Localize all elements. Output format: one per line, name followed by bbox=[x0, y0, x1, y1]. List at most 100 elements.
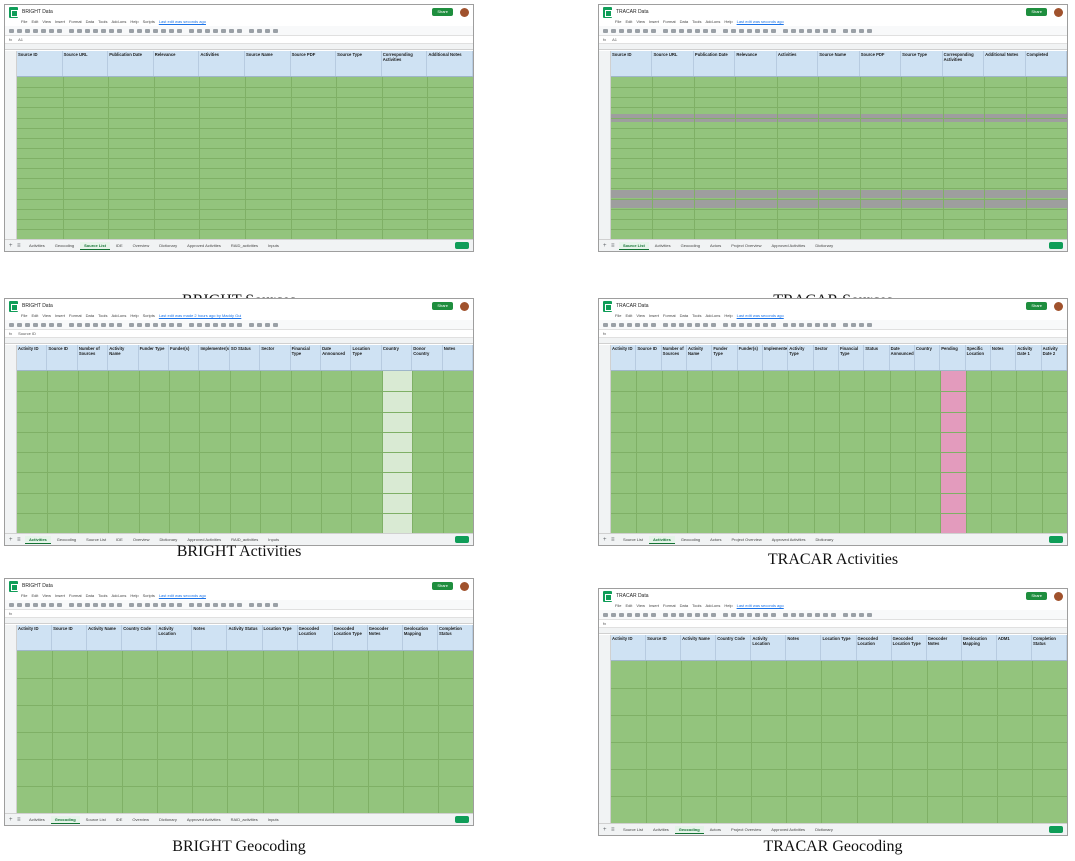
toolbar-button-icon[interactable] bbox=[189, 602, 194, 607]
toolbar-button-icon[interactable] bbox=[823, 322, 828, 327]
menu-item[interactable]: Tools bbox=[692, 19, 701, 26]
toolbar-button-icon[interactable] bbox=[273, 602, 278, 607]
toolbar-button-icon[interactable] bbox=[161, 28, 166, 33]
toolbar-button-icon[interactable] bbox=[859, 28, 864, 33]
column-header[interactable]: Activity ID bbox=[17, 625, 53, 650]
column-header[interactable]: Donor Country bbox=[412, 345, 443, 370]
toolbar-button-icon[interactable] bbox=[229, 322, 234, 327]
last-edit-link[interactable]: Last edit was seconds ago bbox=[737, 603, 784, 610]
column-header[interactable]: Notes bbox=[192, 625, 228, 650]
toolbar-button-icon[interactable] bbox=[57, 28, 62, 33]
menu-item[interactable]: View bbox=[636, 19, 645, 26]
toolbar-button-icon[interactable] bbox=[17, 28, 22, 33]
menu-item[interactable]: Data bbox=[86, 313, 94, 320]
all-sheets-icon[interactable]: ≡ bbox=[17, 817, 23, 823]
toolbar-button-icon[interactable] bbox=[145, 602, 150, 607]
column-header[interactable]: Funder(s) bbox=[169, 345, 200, 370]
toolbar-button-icon[interactable] bbox=[603, 612, 608, 617]
sheet-tab[interactable]: Overview bbox=[129, 242, 154, 249]
document-title[interactable]: TRACAR Data bbox=[616, 593, 649, 599]
toolbar-button-icon[interactable] bbox=[799, 612, 804, 617]
menu-item[interactable]: Tools bbox=[692, 603, 701, 610]
toolbar-button-icon[interactable] bbox=[671, 28, 676, 33]
toolbar-button-icon[interactable] bbox=[77, 28, 82, 33]
toolbar-button-icon[interactable] bbox=[867, 28, 872, 33]
toolbar-button-icon[interactable] bbox=[711, 28, 716, 33]
menu-item[interactable]: View bbox=[42, 593, 51, 600]
menu-item[interactable]: Format bbox=[663, 603, 676, 610]
toolbar-button-icon[interactable] bbox=[25, 602, 30, 607]
document-title[interactable]: TRACAR Data bbox=[616, 9, 649, 15]
toolbar-button-icon[interactable] bbox=[77, 602, 82, 607]
toolbar-button-icon[interactable] bbox=[205, 322, 210, 327]
column-header[interactable]: Pending bbox=[940, 345, 966, 370]
toolbar-button-icon[interactable] bbox=[799, 322, 804, 327]
toolbar-button-icon[interactable] bbox=[85, 28, 90, 33]
sheet-tab[interactable]: Source List bbox=[82, 536, 110, 543]
sheet-tab[interactable]: Geocoding bbox=[674, 825, 704, 834]
column-header[interactable]: Notes bbox=[991, 345, 1017, 370]
column-header[interactable]: Source ID bbox=[611, 51, 653, 76]
sheet-tab[interactable]: Geocoding bbox=[53, 536, 80, 543]
last-edit-link[interactable]: Last edit was seconds ago bbox=[737, 19, 784, 26]
toolbar-button-icon[interactable] bbox=[651, 322, 656, 327]
sheet-tab[interactable]: Source List bbox=[82, 816, 110, 823]
toolbar-button-icon[interactable] bbox=[145, 28, 150, 33]
toolbar-button-icon[interactable] bbox=[213, 602, 218, 607]
menu-item[interactable]: Add-ons bbox=[705, 19, 720, 26]
toolbar-button-icon[interactable] bbox=[791, 322, 796, 327]
share-button[interactable]: Share bbox=[1026, 592, 1047, 600]
toolbar-button-icon[interactable] bbox=[859, 322, 864, 327]
menu-item[interactable]: Insert bbox=[55, 313, 65, 320]
column-header[interactable]: Location Type bbox=[263, 625, 298, 650]
avatar[interactable] bbox=[1054, 301, 1063, 311]
toolbar-button-icon[interactable] bbox=[9, 28, 14, 33]
all-sheets-icon[interactable]: ≡ bbox=[17, 243, 23, 249]
column-header[interactable]: Location Type bbox=[351, 345, 382, 370]
sheet-tab[interactable]: IDE bbox=[112, 536, 127, 543]
menu-item[interactable]: Tools bbox=[98, 313, 107, 320]
column-header[interactable]: Geocoder Notes bbox=[368, 625, 403, 650]
menu-item[interactable]: Data bbox=[86, 593, 94, 600]
add-sheet-icon[interactable]: + bbox=[603, 537, 609, 543]
column-header[interactable]: Specific Location bbox=[966, 345, 991, 370]
toolbar-button-icon[interactable] bbox=[93, 28, 98, 33]
sheet-tab[interactable]: Overview bbox=[128, 816, 153, 823]
column-header[interactable]: Number of Sources bbox=[78, 345, 109, 370]
share-button[interactable]: Share bbox=[432, 8, 453, 16]
toolbar-button-icon[interactable] bbox=[627, 322, 632, 327]
sheet-tab[interactable]: Dictionary bbox=[812, 536, 838, 543]
column-header[interactable]: Number of Sources bbox=[662, 345, 687, 370]
column-header[interactable]: Activity ID bbox=[17, 345, 48, 370]
all-sheets-icon[interactable]: ≡ bbox=[17, 537, 23, 543]
column-header[interactable]: Country bbox=[382, 345, 413, 370]
menu-item[interactable]: Format bbox=[663, 19, 676, 26]
menu-item[interactable]: File bbox=[615, 603, 621, 610]
toolbar-button-icon[interactable] bbox=[843, 28, 848, 33]
sheet-tab[interactable]: Approved Activities bbox=[767, 826, 809, 833]
sheet-tab[interactable]: RAID_activities bbox=[227, 536, 262, 543]
toolbar-button-icon[interactable] bbox=[161, 602, 166, 607]
toolbar-button-icon[interactable] bbox=[229, 602, 234, 607]
toolbar-button-icon[interactable] bbox=[671, 612, 676, 617]
toolbar-button-icon[interactable] bbox=[755, 28, 760, 33]
toolbar-button-icon[interactable] bbox=[137, 322, 142, 327]
document-title[interactable]: BRIGHT Data bbox=[22, 9, 53, 15]
toolbar-button-icon[interactable] bbox=[695, 322, 700, 327]
toolbar-button-icon[interactable] bbox=[273, 322, 278, 327]
toolbar-button-icon[interactable] bbox=[823, 28, 828, 33]
toolbar-button-icon[interactable] bbox=[611, 28, 616, 33]
toolbar-button-icon[interactable] bbox=[635, 612, 640, 617]
toolbar-button-icon[interactable] bbox=[771, 612, 776, 617]
column-header[interactable]: Source URL bbox=[63, 51, 109, 76]
column-header[interactable]: Geolocation Mapping bbox=[403, 625, 438, 650]
sheet-tab[interactable]: IDE bbox=[112, 242, 127, 249]
column-header[interactable]: Completed bbox=[1026, 51, 1067, 76]
toolbar-button-icon[interactable] bbox=[687, 28, 692, 33]
menu-item[interactable]: File bbox=[21, 593, 27, 600]
menu-item[interactable]: Scripts bbox=[143, 313, 155, 320]
toolbar-button-icon[interactable] bbox=[687, 612, 692, 617]
toolbar-button-icon[interactable] bbox=[695, 612, 700, 617]
column-header[interactable]: Source PDF bbox=[291, 51, 337, 76]
toolbar-button-icon[interactable] bbox=[807, 322, 812, 327]
